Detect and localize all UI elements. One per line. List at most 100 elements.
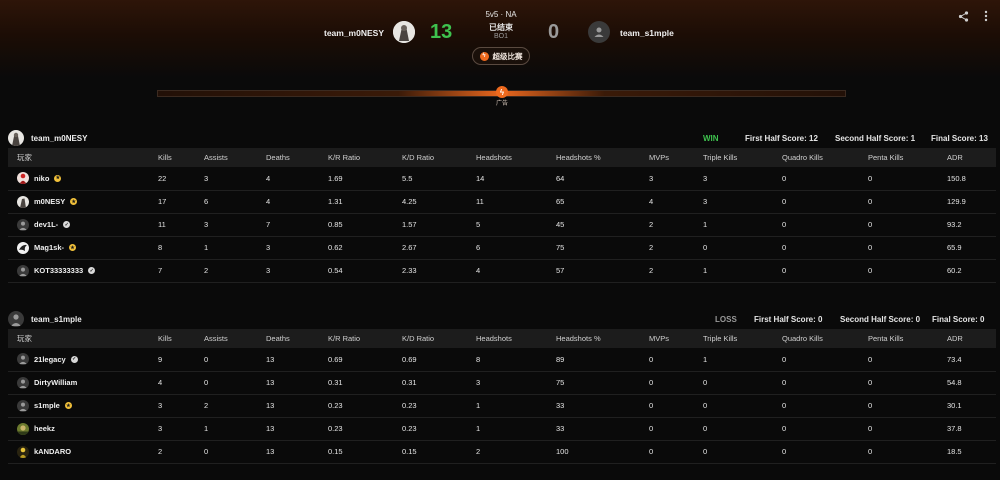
adr-cell: 93.2	[947, 220, 962, 229]
second-half-score: Second Half Score: 1	[835, 134, 916, 143]
player-avatar[interactable]	[17, 195, 29, 208]
col-player-header[interactable]: 玩家	[8, 329, 158, 348]
player-cell[interactable]: Mag1sk- ★	[8, 236, 158, 259]
player-name[interactable]: m0NESY	[34, 197, 65, 206]
team-name[interactable]: team_s1mple	[31, 315, 82, 324]
final-score: Final Score: 13	[931, 134, 988, 143]
mvps-cell: 0	[649, 401, 654, 410]
mvps-cell: 4	[649, 197, 654, 206]
player-row[interactable]: niko ★ 22 3 4 1.69 5.5 14 64 3 3 0 0 150.8	[8, 167, 996, 190]
assists-cell: 1	[204, 243, 209, 252]
col-headshots-header[interactable]: Headshots	[476, 329, 556, 348]
col-mvps-header[interactable]: MVPs	[649, 329, 703, 348]
col-quadro-kills-header[interactable]: Quadro Kills	[782, 329, 868, 348]
player-name[interactable]: 21legacy	[34, 355, 66, 364]
col-assists-header[interactable]: Assists	[204, 329, 266, 348]
player-name[interactable]: s1mple	[34, 401, 60, 410]
col-kd-ratio-header[interactable]: K/D Ratio	[402, 329, 476, 348]
player-row[interactable]: kANDARO 2 0 13 0.15 0.15 2 100 0 0 0 0 18.5	[8, 440, 996, 463]
kd-ratio-cell: 0.23	[402, 401, 417, 410]
player-cell[interactable]: s1mple ★	[8, 394, 158, 417]
player-name[interactable]: KOT33333333	[34, 266, 83, 275]
col-mvps-header[interactable]: MVPs	[649, 148, 703, 167]
headshots-pct-cell: 64	[556, 173, 565, 183]
player-name[interactable]: dev1L-	[34, 220, 58, 229]
player-row[interactable]: KOT33333333 ✓ 7 2 3 0.54 2.33 4 57 2 1 0 0 60.2	[8, 259, 996, 282]
player-name[interactable]: niko	[34, 174, 49, 183]
player-avatar[interactable]	[17, 422, 29, 435]
col-triple-kills-header[interactable]: Triple Kills	[703, 148, 782, 167]
col-kd-ratio-header[interactable]: K/D Ratio	[402, 148, 476, 167]
col-penta-kills-header[interactable]: Penta Kills	[868, 329, 947, 348]
player-name[interactable]: DirtyWilliam	[34, 378, 77, 387]
team2-avatar[interactable]	[588, 21, 610, 43]
col-headshots-pct-header[interactable]: Headshots %	[556, 148, 649, 167]
share-button[interactable]	[956, 9, 970, 23]
col-kr-ratio-header[interactable]: K/R Ratio	[328, 329, 402, 348]
player-cell[interactable]: 21legacy ✓	[8, 348, 158, 371]
player-row[interactable]: 21legacy ✓ 9 0 13 0.69 0.69 8 89 0 1 0 0 73.4	[8, 348, 996, 371]
player-cell[interactable]: m0NESY ★	[8, 190, 158, 213]
team-name[interactable]: team_m0NESY	[31, 134, 87, 143]
col-deaths-header[interactable]: Deaths	[266, 329, 328, 348]
player-cell[interactable]: KOT33333333 ✓	[8, 259, 158, 282]
player-row[interactable]: s1mple ★ 3 2 13 0.23 0.23 1 33 0 0 0 0 30.1	[8, 394, 996, 417]
col-player-header[interactable]: 玩家	[8, 148, 158, 167]
adr-cell: 30.1	[947, 401, 962, 410]
lightning-icon: ϟ	[479, 51, 489, 61]
triple-kills-cell: 0	[703, 378, 708, 387]
team2-stats-section: team_s1mple LOSS First Half Score: 0 Sec…	[8, 309, 996, 464]
col-kills-header[interactable]: Kills	[158, 148, 204, 167]
team-avatar[interactable]	[8, 311, 24, 327]
super-match-button[interactable]: ϟ 超级比赛	[472, 47, 530, 65]
player-name[interactable]: heekz	[34, 424, 55, 433]
player-avatar[interactable]	[17, 264, 29, 277]
player-row[interactable]: dev1L- ✓ 11 3 7 0.85 1.57 5 45 2 1 0 0 93.2	[8, 213, 996, 236]
col-headshots-pct-header[interactable]: Headshots %	[556, 329, 649, 348]
kr-ratio-cell: 0.31	[328, 378, 343, 387]
player-cell[interactable]: dev1L- ✓	[8, 213, 158, 236]
player-row[interactable]: m0NESY ★ 17 6 4 1.31 4.25 11 65 4 3 0 0 129.9	[8, 190, 996, 213]
headshots-pct-cell: 65	[556, 197, 565, 206]
col-quadro-kills-header[interactable]: Quadro Kills	[782, 148, 868, 167]
player-avatar[interactable]	[17, 445, 29, 458]
more-menu-button[interactable]	[979, 9, 993, 23]
col-penta-kills-header[interactable]: Penta Kills	[868, 148, 947, 167]
player-avatar[interactable]	[17, 353, 29, 366]
player-avatar[interactable]	[17, 399, 29, 412]
player-cell[interactable]: kANDARO	[8, 440, 158, 463]
team-avatar[interactable]	[8, 130, 24, 146]
player-row[interactable]: DirtyWilliam 4 0 13 0.31 0.31 3 75 0 0 0 0 54.8	[8, 371, 996, 394]
player-name[interactable]: kANDARO	[34, 447, 71, 456]
player-avatar[interactable]	[17, 241, 29, 254]
player-name[interactable]: Mag1sk-	[34, 243, 64, 252]
player-row[interactable]: Mag1sk- ★ 8 1 3 0.62 2.67 6 75 2 0 0 0 65.9	[8, 236, 996, 259]
kills-cell: 22	[158, 173, 167, 183]
player-cell[interactable]: niko ★	[8, 167, 158, 190]
col-triple-kills-header[interactable]: Triple Kills	[703, 329, 782, 348]
player-row[interactable]: heekz 3 1 13 0.23 0.23 1 33 0 0 0 0 37.8	[8, 417, 996, 440]
team1-name[interactable]: team_m0NESY	[324, 28, 384, 38]
player-avatar[interactable]	[17, 218, 29, 231]
team2-name[interactable]: team_s1mple	[620, 28, 674, 38]
kd-ratio-cell: 4.25	[402, 197, 417, 206]
col-assists-header[interactable]: Assists	[204, 148, 266, 167]
player-avatar[interactable]	[17, 376, 29, 389]
gold-badge-icon: ★	[69, 244, 77, 251]
player-cell[interactable]: DirtyWilliam	[8, 371, 158, 394]
verified-badge-icon: ✓	[70, 355, 78, 363]
col-kr-ratio-header[interactable]: K/R Ratio	[328, 148, 402, 167]
col-adr-header[interactable]: ADR	[947, 329, 996, 348]
kd-ratio-cell: 0.15	[402, 447, 417, 456]
player-avatar[interactable]	[17, 172, 29, 185]
col-adr-header[interactable]: ADR	[947, 148, 996, 167]
player-cell[interactable]: heekz	[8, 417, 158, 440]
col-kills-header[interactable]: Kills	[158, 329, 204, 348]
deaths-cell: 3	[266, 266, 271, 275]
kr-ratio-cell: 0.85	[328, 220, 343, 229]
more-vertical-icon	[984, 10, 988, 22]
col-headshots-header[interactable]: Headshots	[476, 148, 556, 167]
gold-badge-icon: ★	[64, 402, 72, 409]
team1-avatar[interactable]	[393, 21, 415, 43]
col-deaths-header[interactable]: Deaths	[266, 148, 328, 167]
